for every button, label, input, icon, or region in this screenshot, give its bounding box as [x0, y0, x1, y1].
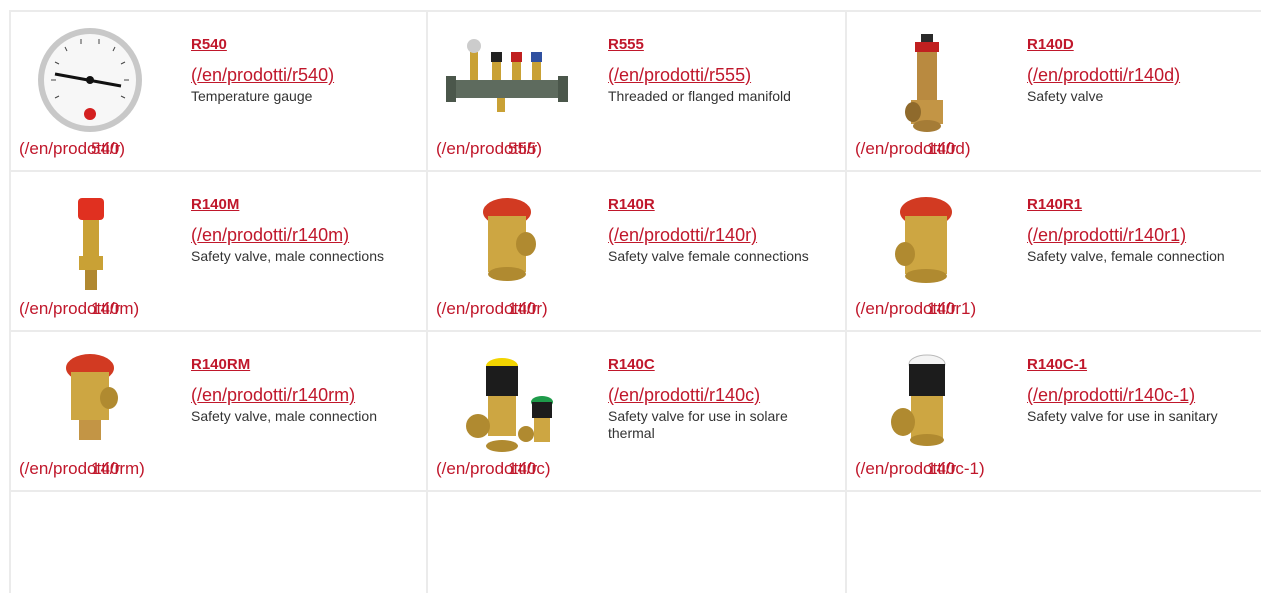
product-description: Safety valve for use in sanitary [1027, 408, 1218, 424]
product-code-link[interactable]: R555 [608, 36, 818, 54]
safety-valve-male-icon[interactable] [25, 342, 155, 462]
product-url-link[interactable]: (/en/prodotti/r140r1) [1027, 222, 1237, 248]
product-code-link[interactable]: R140M [191, 196, 401, 214]
product-image-link[interactable]: (/en/prodotti/r 140c) [436, 458, 596, 482]
product-image-link[interactable]: (/en/prodotti/r 140rm) [19, 458, 179, 482]
product-url-link[interactable]: (/en/prodotti/r140m) [191, 222, 401, 248]
product-url-link[interactable]: (/en/prodotti/r140c-1) [1027, 382, 1237, 408]
product-url-link[interactable]: (/en/prodotti/r540) [191, 62, 401, 88]
product-card-r140c: (/en/prodotti/r 140c) R140C (/en/prodotti… [428, 332, 845, 490]
product-url-link[interactable]: (/en/prodotti/r555) [608, 62, 818, 88]
product-code-link[interactable]: R140C-1 [1027, 356, 1237, 374]
product-image-link[interactable]: (/en/prodotti/r 140c-1) [855, 458, 1015, 482]
solar-safety-valve-icon[interactable] [442, 342, 572, 462]
product-url-link[interactable]: (/en/prodotti/r140d) [1027, 62, 1237, 88]
product-grid: (/en/prodotti/r 540) R540 (/en/prodotti/r… [9, 10, 1261, 593]
product-description: Safety valve, female connection [1027, 248, 1225, 264]
product-card-r140d: (/en/prodotti/r 140d) R140D (/en/prodotti… [847, 12, 1261, 170]
temperature-gauge-icon[interactable] [25, 22, 155, 142]
product-url-link[interactable]: (/en/prodotti/r140r) [608, 222, 818, 248]
product-code-link[interactable]: R140R [608, 196, 818, 214]
product-card-r140r1: (/en/prodotti/r 140r1) R140R1 (/en/prodot… [847, 172, 1261, 330]
product-url-link[interactable]: (/en/prodotti/r140c) [608, 382, 818, 408]
product-code-link[interactable]: R140C [608, 356, 818, 374]
product-image-link[interactable]: (/en/prodotti/r 140d) [855, 138, 1015, 162]
product-description: Safety valve, male connections [191, 248, 384, 264]
product-url-link[interactable]: (/en/prodotti/r140rm) [191, 382, 401, 408]
manifold-icon[interactable] [442, 22, 572, 142]
product-description: Safety valve, male connection [191, 408, 377, 424]
safety-valve-icon[interactable] [861, 22, 991, 142]
grid-divider [9, 490, 1261, 492]
product-image-link[interactable]: (/en/prodotti/r 555) [436, 138, 596, 162]
product-image-link[interactable]: (/en/prodotti/r 140r) [436, 298, 596, 322]
safety-valve-male-icon[interactable] [25, 182, 155, 302]
safety-valve-female-icon[interactable] [861, 182, 991, 302]
product-image-link[interactable]: (/en/prodotti/r 140m) [19, 298, 179, 322]
sanitary-safety-valve-icon[interactable] [861, 342, 991, 462]
product-description: Safety valve female connections [608, 248, 809, 264]
product-description: Threaded or flanged manifold [608, 88, 791, 104]
product-image-link[interactable]: (/en/prodotti/r 140r1) [855, 298, 1015, 322]
product-card-r555: (/en/prodotti/r 555) R555 (/en/prodotti/r… [428, 12, 845, 170]
product-card-r540: (/en/prodotti/r 540) R540 (/en/prodotti/r… [11, 12, 428, 170]
product-code-link[interactable]: R140D [1027, 36, 1237, 54]
product-image-link[interactable]: (/en/prodotti/r 540) [19, 138, 179, 162]
product-description: Safety valve for use in solare thermal [608, 408, 788, 441]
product-code-link[interactable]: R140RM [191, 356, 401, 374]
product-description: Safety valve [1027, 88, 1104, 104]
product-card-r140r: (/en/prodotti/r 140r) R140R (/en/prodotti… [428, 172, 845, 330]
product-code-link[interactable]: R140R1 [1027, 196, 1237, 214]
product-card-r140c-1: (/en/prodotti/r 140c-1) R140C-1 (/en/prod… [847, 332, 1261, 490]
product-card-r140m: (/en/prodotti/r 140m) R140M (/en/prodotti… [11, 172, 428, 330]
product-card-r140rm: (/en/prodotti/r 140rm) R140RM (/en/prodot… [11, 332, 428, 490]
safety-valve-female-icon[interactable] [442, 182, 572, 302]
product-description: Temperature gauge [191, 88, 313, 104]
product-code-link[interactable]: R540 [191, 36, 401, 54]
